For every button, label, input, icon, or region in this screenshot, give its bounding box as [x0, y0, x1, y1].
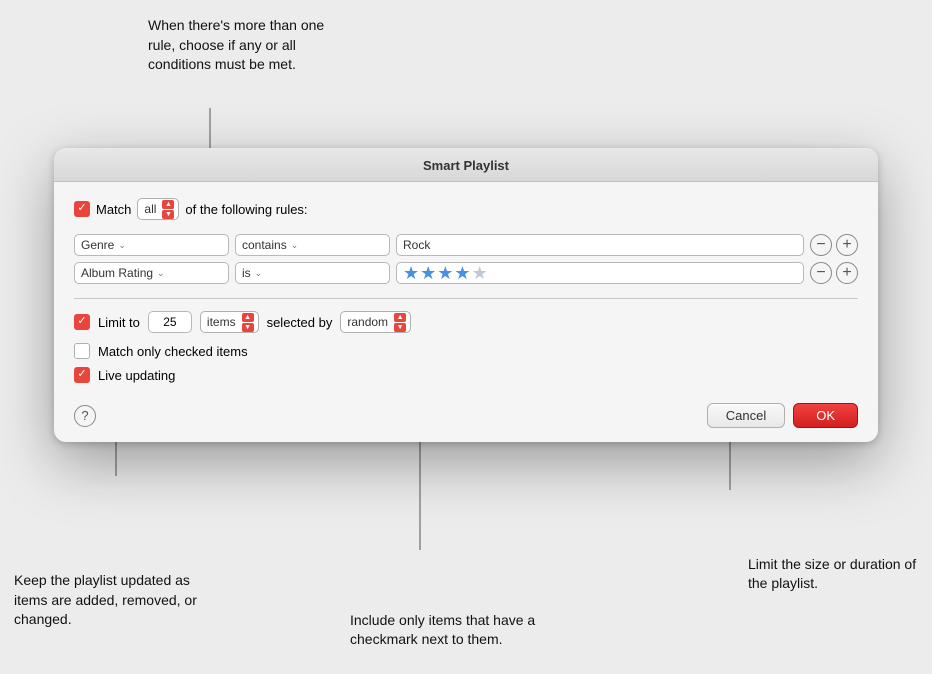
star3: ★: [437, 263, 453, 284]
table-row: Genre ⌄ contains ⌄ − +: [74, 234, 858, 256]
selected-by-up-icon[interactable]: ▲: [394, 313, 406, 322]
rule2-buttons: − +: [810, 262, 858, 284]
match-suffix: of the following rules:: [185, 202, 307, 217]
help-label: ?: [81, 408, 88, 423]
rule2-field-arrow-icon: ⌄: [157, 268, 165, 279]
selected-by-label: selected by: [267, 315, 333, 330]
limit-unit-up-icon[interactable]: ▲: [242, 313, 254, 322]
separator: [74, 298, 858, 299]
star2: ★: [420, 263, 436, 284]
selected-by-stepper[interactable]: random ▲ ▼: [340, 311, 411, 333]
rule1-condition-dropdown[interactable]: contains ⌄: [235, 234, 390, 256]
live-updating-checkbox[interactable]: ✓: [74, 367, 90, 383]
match-checkbox[interactable]: ✓: [74, 201, 90, 217]
dialog-content: ✓ Match all ▲ ▼ of the following rules:: [54, 182, 878, 442]
match-label: Match: [96, 202, 131, 217]
rule1-field-dropdown[interactable]: Genre ⌄: [74, 234, 229, 256]
annotation-bottom-left: Keep the playlist updated as items are a…: [14, 571, 214, 630]
match-option-stepper[interactable]: all ▲ ▼: [137, 198, 179, 220]
rule1-field-arrow-icon: ⌄: [118, 240, 126, 251]
cancel-button[interactable]: Cancel: [707, 403, 785, 428]
rule1-remove-button[interactable]: −: [810, 234, 832, 256]
rule2-remove-button[interactable]: −: [810, 262, 832, 284]
bottom-row: ? Cancel OK: [74, 399, 858, 428]
rule2-condition-arrow-icon: ⌄: [255, 268, 263, 279]
selected-by-down-icon[interactable]: ▼: [394, 323, 406, 332]
limit-unit-arrows: ▲ ▼: [242, 313, 254, 332]
checkbox-check-icon: ✓: [77, 203, 86, 214]
rule2-condition-value: is: [242, 266, 251, 280]
rules-area: Genre ⌄ contains ⌄ − + A: [74, 234, 858, 284]
dialog-titlebar: Smart Playlist: [54, 148, 878, 182]
match-checked-label: Match only checked items: [98, 344, 248, 359]
page-wrapper: When there's more than one rule, choose …: [0, 0, 932, 674]
dialog-title: Smart Playlist: [423, 158, 509, 173]
selected-by-value: random: [347, 315, 388, 329]
rule2-stars-value[interactable]: ★ ★ ★ ★ ★: [396, 262, 804, 284]
annotation-bottom-right: Limit the size or duration of the playli…: [748, 555, 918, 594]
stepper-up-icon[interactable]: ▲: [162, 200, 174, 209]
rule2-field-dropdown[interactable]: Album Rating ⌄: [74, 262, 229, 284]
limit-checkbox[interactable]: ✓: [74, 314, 90, 330]
star4: ★: [454, 263, 470, 284]
rule1-buttons: − +: [810, 234, 858, 256]
match-row: ✓ Match all ▲ ▼ of the following rules:: [74, 198, 858, 220]
rule2-add-button[interactable]: +: [836, 262, 858, 284]
limit-unit-stepper[interactable]: items ▲ ▼: [200, 311, 259, 333]
rule1-value-input[interactable]: [396, 234, 804, 256]
table-row: Album Rating ⌄ is ⌄ ★ ★ ★ ★ ★: [74, 262, 858, 284]
dialog-buttons: Cancel OK: [707, 403, 858, 428]
limit-unit-down-icon[interactable]: ▼: [242, 323, 254, 332]
live-updating-check-icon: ✓: [77, 369, 86, 380]
ok-button[interactable]: OK: [793, 403, 858, 428]
limit-checkbox-check-icon: ✓: [77, 316, 86, 327]
rule1-field-value: Genre: [81, 238, 114, 252]
match-checked-row: Match only checked items: [74, 343, 858, 359]
stepper-down-icon[interactable]: ▼: [162, 210, 174, 219]
rule2-field-value: Album Rating: [81, 266, 153, 280]
match-checked-checkbox[interactable]: [74, 343, 90, 359]
star5: ★: [472, 263, 488, 284]
limit-label: Limit to: [98, 315, 140, 330]
limit-row: ✓ Limit to items ▲ ▼ selected by random …: [74, 311, 858, 333]
stars-display: ★ ★ ★ ★ ★: [403, 263, 488, 284]
match-stepper-arrows: ▲ ▼: [162, 200, 174, 219]
match-option-value: all: [144, 202, 156, 216]
limit-unit-value: items: [207, 315, 236, 329]
rule1-add-button[interactable]: +: [836, 234, 858, 256]
star1: ★: [403, 263, 419, 284]
smart-playlist-dialog: Smart Playlist ✓ Match all ▲ ▼ of the fo…: [54, 148, 878, 442]
rule2-condition-dropdown[interactable]: is ⌄: [235, 262, 390, 284]
annotation-top: When there's more than one rule, choose …: [148, 16, 348, 75]
live-updating-row: ✓ Live updating: [74, 367, 858, 383]
annotation-bottom-center: Include only items that have a checkmark…: [350, 611, 560, 650]
rule1-condition-value: contains: [242, 238, 287, 252]
rule1-condition-arrow-icon: ⌄: [291, 240, 299, 251]
limit-value-input[interactable]: [148, 311, 192, 333]
help-button[interactable]: ?: [74, 405, 96, 427]
selected-by-arrows: ▲ ▼: [394, 313, 406, 332]
live-updating-label: Live updating: [98, 368, 175, 383]
